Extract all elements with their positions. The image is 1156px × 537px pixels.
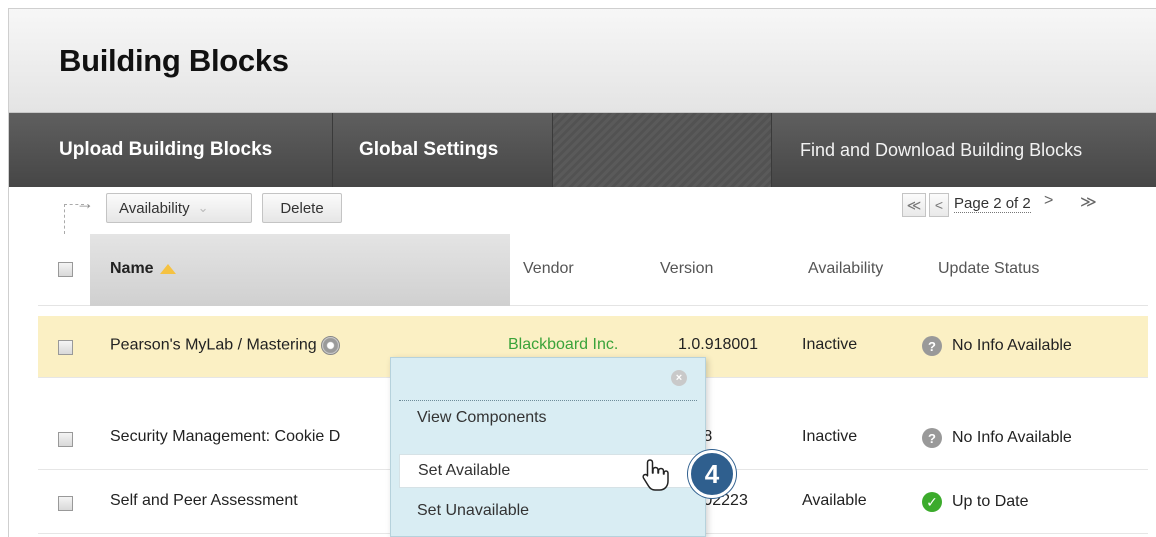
select-all-checkbox[interactable]	[58, 262, 73, 277]
step-number-badge: 4	[688, 450, 736, 498]
first-page-button[interactable]: ≪	[902, 193, 926, 217]
hand-pointer-icon	[642, 459, 669, 491]
availability-button-label: Availability	[119, 199, 190, 217]
tab-global-settings[interactable]: Global Settings	[333, 113, 553, 187]
row-status-label: No Info Available	[952, 429, 1072, 446]
row-name: Pearson's MyLab / Mastering	[110, 336, 340, 355]
row-availability: Inactive	[802, 336, 858, 353]
row-name: Self and Peer Assessment	[110, 492, 298, 509]
previous-page-button[interactable]: <	[929, 193, 949, 217]
page-title: Building Blocks	[59, 43, 289, 78]
action-tabbar: Upload Building Blocks Global Settings F…	[9, 113, 1156, 187]
row-checkbox[interactable]	[58, 340, 73, 355]
close-icon[interactable]: ×	[671, 370, 687, 386]
delete-button[interactable]: Delete	[262, 193, 342, 223]
question-icon: ?	[922, 336, 942, 356]
row-vendor-link[interactable]: Blackboard Inc.	[508, 336, 618, 354]
chevron-down-icon: ⌄	[197, 200, 209, 215]
page-indicator[interactable]: Page 2 of 2	[954, 195, 1031, 213]
menu-item-set-unavailable[interactable]: Set Unavailable	[399, 494, 697, 528]
menu-divider	[399, 400, 697, 401]
row-name: Security Management: Cookie D	[110, 428, 341, 445]
menu-item-view-components[interactable]: View Components	[399, 404, 697, 432]
row-availability: Available	[802, 492, 867, 509]
question-icon: ?	[922, 428, 942, 448]
column-header-availability[interactable]: Availability	[808, 260, 883, 278]
table-header-row: Name Vendor Version Availability Update …	[38, 234, 1148, 306]
tab-upload-building-blocks[interactable]: Upload Building Blocks	[9, 113, 333, 187]
row-status-label: Up to Date	[952, 493, 1029, 510]
row-update-status: ? No Info Available	[922, 428, 1072, 448]
title-bar: Building Blocks	[9, 9, 1156, 113]
next-page-button[interactable]: >	[1044, 192, 1053, 210]
column-header-name-label: Name	[110, 260, 154, 277]
row-context-menu: × View Components Set Available Set Unav…	[390, 357, 706, 537]
row-version: 1.0.918001	[678, 336, 759, 353]
row-options-icon[interactable]	[320, 336, 340, 355]
row-update-status: ✓ Up to Date	[922, 492, 1028, 512]
sort-ascending-icon	[159, 263, 176, 274]
row-checkbox[interactable]	[58, 432, 73, 447]
last-page-button[interactable]: ≫	[1080, 192, 1097, 212]
column-header-vendor[interactable]: Vendor	[523, 260, 574, 278]
tab-find-and-download[interactable]: Find and Download Building Blocks	[771, 113, 1156, 187]
arrow-right-icon: →	[76, 193, 94, 213]
column-header-name[interactable]: Name	[110, 260, 176, 278]
check-icon: ✓	[922, 492, 942, 512]
row-checkbox[interactable]	[58, 496, 73, 511]
row-name-label: Pearson's MyLab / Mastering	[110, 336, 317, 354]
row-availability: Inactive	[802, 428, 858, 445]
availability-dropdown-button[interactable]: Availability ⌄	[106, 193, 252, 223]
column-header-update-status[interactable]: Update Status	[938, 260, 1039, 278]
row-status-label: No Info Available	[952, 337, 1072, 354]
column-header-version[interactable]: Version	[660, 260, 713, 278]
row-update-status: ? No Info Available	[922, 336, 1072, 356]
tabbar-spacer	[553, 113, 771, 187]
